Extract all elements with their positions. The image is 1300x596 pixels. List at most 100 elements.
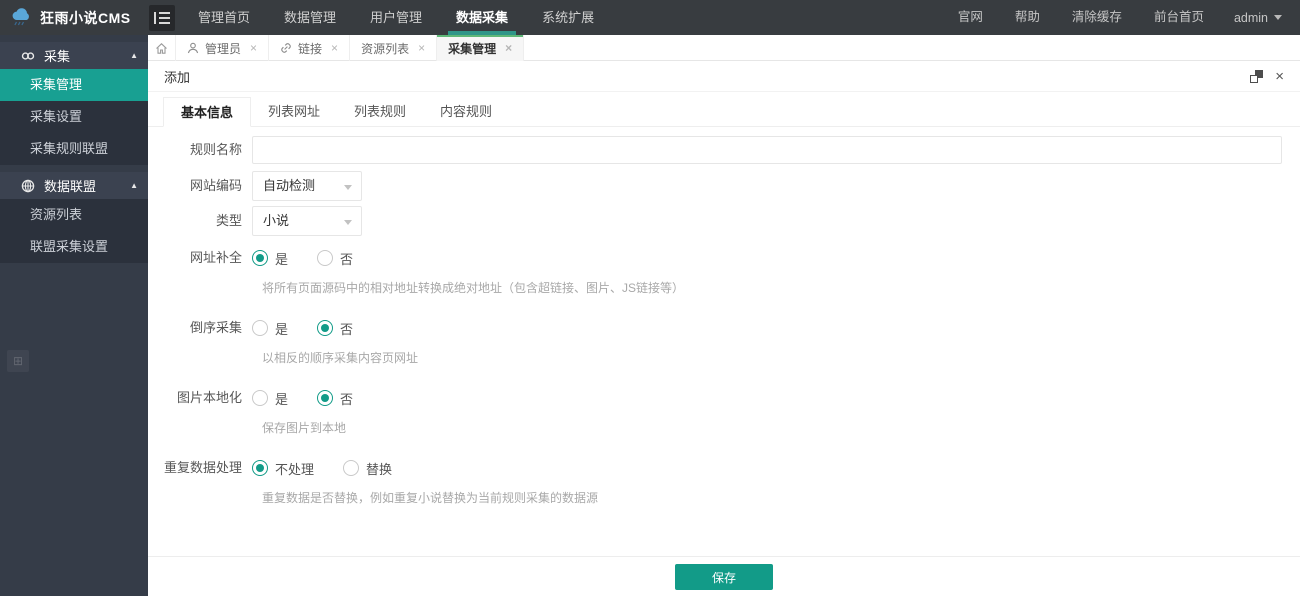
radio-label: 否 [340, 321, 354, 337]
close-icon[interactable]: × [331, 42, 338, 54]
reverse-collect-radio-group: 是 否 [252, 318, 1282, 338]
field-label: 网站编码 [189, 178, 242, 193]
top-menu: 管理首页 数据管理 用户管理 数据采集 系统扩展 [181, 0, 611, 35]
radio-checked-icon [317, 390, 334, 406]
field-label: 类型 [215, 213, 242, 228]
radio-option-yes[interactable]: 是 [252, 319, 288, 338]
field-help-text: 以相反的顺序采集内容页网址 [262, 351, 419, 365]
chevron-up-icon: ▲ [130, 181, 138, 190]
tab-links[interactable]: 链接 × [269, 35, 351, 61]
username-label: admin [1233, 10, 1268, 25]
sidebar-section-collect[interactable]: 采集 ▲ [0, 42, 148, 69]
top-menu-item-user-manage[interactable]: 用户管理 [353, 0, 439, 35]
help-link[interactable]: 帮助 [999, 0, 1056, 35]
field-help-text: 将所有页面源码中的相对地址转换成绝对地址（包含超链接、图片、JS链接等） [262, 281, 685, 295]
sidebar-item-collect-rule-alliance[interactable]: 采集规则联盟 [0, 133, 148, 165]
radio-option-yes[interactable]: 是 [252, 389, 288, 408]
tab-label: 资源列表 [361, 41, 410, 56]
link-icon [280, 42, 292, 54]
collect-rule-form: 规则名称 网站编码 自动检测 类型 小说 网址补全 是 否 将所有页面源码中的相… [148, 127, 1300, 506]
radio-option-no[interactable]: 否 [317, 319, 353, 338]
official-site-link[interactable]: 官网 [942, 0, 999, 35]
sidebar-item-resource-list[interactable]: 资源列表 [0, 199, 148, 231]
panel-header: 添加 × [148, 61, 1300, 92]
top-menu-item-system-extend[interactable]: 系统扩展 [525, 0, 611, 35]
person-icon [187, 42, 199, 54]
tab-list-url[interactable]: 列表网址 [251, 97, 337, 127]
top-menu-item-admin-home[interactable]: 管理首页 [181, 0, 267, 35]
radio-label: 是 [275, 391, 289, 407]
radio-label: 不处理 [275, 461, 315, 477]
home-icon [155, 42, 168, 55]
clear-cache-link[interactable]: 清除缓存 [1056, 0, 1138, 35]
sidebar-group-data-alliance: 资源列表 联盟采集设置 [0, 199, 148, 263]
top-menu-item-data-manage[interactable]: 数据管理 [267, 0, 353, 35]
tab-home[interactable] [148, 35, 176, 61]
tab-list-rules[interactable]: 列表规则 [337, 97, 423, 127]
form-block-duplicate-handling: 重复数据处理 不处理 替换 重复数据是否替换，例如重复小说替换为当前规则采集的数… [148, 458, 1300, 506]
chevron-down-icon [344, 185, 352, 190]
save-button[interactable]: 保存 [675, 564, 773, 590]
form-row-site-encoding: 网站编码 自动检测 [148, 171, 1300, 201]
type-select[interactable]: 小说 [252, 206, 362, 236]
sidebar-item-collect-manage[interactable]: 采集管理 [0, 69, 148, 101]
form-row-type: 类型 小说 [148, 206, 1300, 236]
close-icon[interactable]: × [505, 42, 512, 54]
user-dropdown[interactable]: admin [1220, 11, 1300, 25]
sidebar-item-alliance-collect-settings[interactable]: 联盟采集设置 [0, 231, 148, 263]
field-help-text: 保存图片到本地 [262, 421, 347, 435]
sidebar-item-collect-settings[interactable]: 采集设置 [0, 101, 148, 133]
radio-label: 否 [340, 251, 354, 267]
radio-unchecked-icon [252, 320, 268, 336]
tab-content-rules[interactable]: 内容规则 [423, 97, 509, 127]
field-label: 规则名称 [189, 142, 242, 157]
link-icon [21, 50, 35, 62]
radio-label: 否 [340, 391, 354, 407]
maximize-icon[interactable] [1250, 69, 1264, 83]
site-encoding-select[interactable]: 自动检测 [252, 171, 362, 201]
radio-label: 是 [275, 321, 289, 337]
tab-label: 采集管理 [448, 41, 497, 56]
app-window: 狂雨小说CMS 管理首页 数据管理 用户管理 数据采集 系统扩展 官网 帮助 清… [0, 0, 1300, 596]
radio-option-no[interactable]: 否 [317, 249, 353, 268]
outdent-icon [154, 11, 170, 24]
tab-collect-manage[interactable]: 采集管理 × [437, 35, 525, 61]
globe-icon [21, 179, 35, 193]
main-content: 添加 × 基本信息 列表网址 列表规则 内容规则 规则名称 网站编码 自动检测 … [148, 61, 1300, 596]
rule-name-input[interactable] [252, 136, 1282, 164]
sidebar-section-label: 采集 [44, 49, 71, 64]
top-right-menu: 官网 帮助 清除缓存 前台首页 admin [942, 0, 1300, 35]
window-controls: × [1250, 69, 1284, 84]
tab-resource-list[interactable]: 资源列表 × [350, 35, 438, 61]
url-complete-radio-group: 是 否 [252, 248, 1282, 268]
top-menu-item-data-collect[interactable]: 数据采集 [439, 0, 525, 35]
close-icon[interactable]: × [1275, 69, 1284, 84]
tab-label: 管理员 [205, 41, 242, 56]
form-footer: 保存 [148, 556, 1300, 596]
panel-title: 添加 [164, 69, 191, 85]
sidebar-collapse-handle[interactable]: ⊞ [7, 350, 29, 372]
sidebar-toggle-button[interactable] [149, 4, 175, 31]
close-icon[interactable]: × [418, 42, 425, 54]
form-row-rule-name: 规则名称 [148, 136, 1300, 164]
close-icon[interactable]: × [250, 42, 257, 54]
chevron-down-icon [344, 220, 352, 225]
radio-option-yes[interactable]: 是 [252, 249, 288, 268]
radio-option-no[interactable]: 否 [317, 389, 353, 408]
radio-checked-icon [317, 320, 334, 336]
sidebar-section-data-alliance[interactable]: 数据联盟 ▲ [0, 172, 148, 199]
field-label: 倒序采集 [189, 320, 242, 335]
field-label: 图片本地化 [176, 390, 242, 405]
radio-checked-icon [252, 460, 268, 476]
image-localize-radio-group: 是 否 [252, 388, 1282, 408]
radio-option-no-action[interactable]: 不处理 [252, 459, 314, 478]
tab-basic-info[interactable]: 基本信息 [163, 97, 252, 127]
tab-admin[interactable]: 管理员 × [176, 35, 270, 61]
radio-unchecked-icon [252, 390, 268, 406]
radio-label: 替换 [366, 461, 393, 477]
front-home-link[interactable]: 前台首页 [1138, 0, 1220, 35]
radio-option-replace[interactable]: 替换 [343, 459, 392, 478]
field-help-text: 重复数据是否替换，例如重复小说替换为当前规则采集的数据源 [262, 491, 599, 505]
duplicate-handling-radio-group: 不处理 替换 [252, 458, 1282, 478]
form-block-image-localize: 图片本地化 是 否 保存图片到本地 [148, 388, 1300, 436]
